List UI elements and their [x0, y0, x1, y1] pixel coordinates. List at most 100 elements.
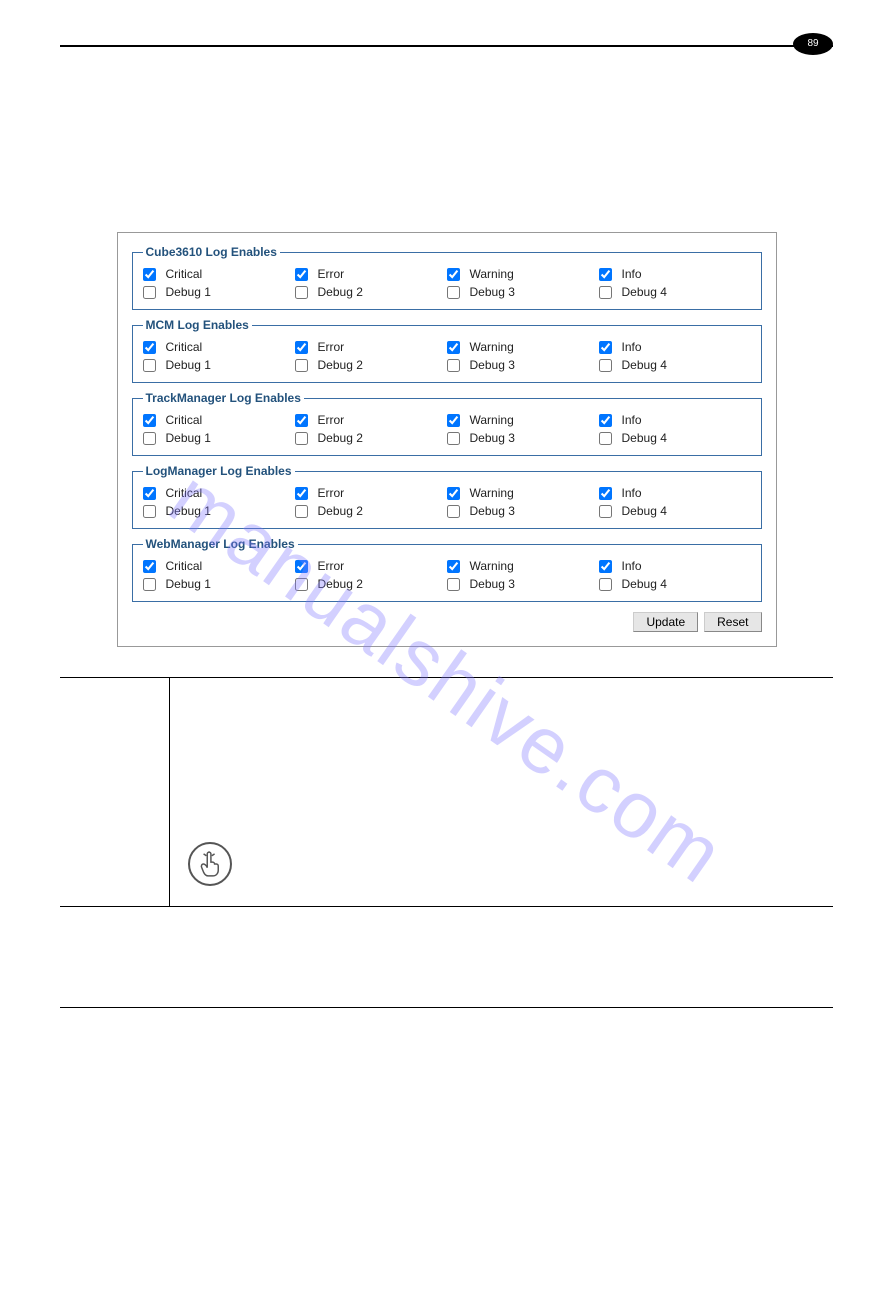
- log-checkbox[interactable]: [447, 414, 460, 427]
- log-checkbox[interactable]: [599, 268, 612, 281]
- log-checkbox[interactable]: [295, 286, 308, 299]
- checkbox-cell: Debug 2: [295, 429, 447, 447]
- log-checkbox[interactable]: [447, 560, 460, 573]
- checkbox-cell: Debug 1: [143, 502, 295, 520]
- checkbox-cell: Warning: [447, 411, 599, 429]
- log-checkbox[interactable]: [599, 560, 612, 573]
- log-checkbox[interactable]: [295, 268, 308, 281]
- checkbox-label: Critical: [166, 267, 203, 281]
- log-checkbox[interactable]: [143, 341, 156, 354]
- footer-left: September 2017: [60, 1014, 127, 1024]
- log-checkbox[interactable]: [599, 487, 612, 500]
- checkbox-label: Debug 4: [622, 358, 667, 372]
- checkbox-label: Error: [318, 486, 345, 500]
- checkbox-cell: Debug 1: [143, 429, 295, 447]
- checkbox-cell: Critical: [143, 265, 295, 283]
- checkbox-label: Error: [318, 267, 345, 281]
- checkbox-cell: Info: [599, 484, 751, 502]
- checkbox-label: Debug 4: [622, 504, 667, 518]
- checkbox-row: Critical Error Warning Info: [143, 484, 751, 502]
- log-checkbox[interactable]: [143, 286, 156, 299]
- log-checkbox[interactable]: [447, 487, 460, 500]
- section-title: Log Enables: [70, 102, 893, 128]
- checkbox-label: Info: [622, 486, 642, 500]
- log-checkbox[interactable]: [295, 432, 308, 445]
- log-checkbox[interactable]: [143, 359, 156, 372]
- icon-note-row: Click Update to save changes.: [188, 842, 825, 886]
- checkbox-cell: Warning: [447, 484, 599, 502]
- log-checkbox[interactable]: [143, 560, 156, 573]
- log-checkbox[interactable]: [143, 432, 156, 445]
- log-checkbox[interactable]: [599, 341, 612, 354]
- checkbox-label: Debug 4: [622, 285, 667, 299]
- table-left-label: Log Enables: [60, 678, 170, 906]
- checkbox-cell: Debug 2: [295, 502, 447, 520]
- checkbox-cell: Debug 2: [295, 575, 447, 593]
- checkbox-label: Debug 3: [470, 358, 515, 372]
- checkbox-label: Debug 3: [470, 577, 515, 591]
- checkbox-cell: Critical: [143, 557, 295, 575]
- log-group: MCM Log EnablesCriticalErrorWarningInfoD…: [132, 318, 762, 383]
- checkbox-label: Debug 2: [318, 504, 363, 518]
- checkbox-cell: Warning: [447, 265, 599, 283]
- checkbox-cell: Error: [295, 265, 447, 283]
- log-checkbox[interactable]: [143, 505, 156, 518]
- checkbox-cell: Debug 3: [447, 429, 599, 447]
- update-button[interactable]: Update: [633, 612, 698, 632]
- reset-button[interactable]: Reset: [704, 612, 761, 632]
- checkbox-label: Error: [318, 559, 345, 573]
- log-checkbox[interactable]: [295, 414, 308, 427]
- log-group: WebManager Log Enables Critical Error Warni…: [132, 537, 762, 602]
- checkbox-row: Debug 1Debug 2Debug 3 Debug 4: [143, 429, 751, 447]
- pointer-icon: [188, 842, 232, 886]
- log-group: TrackManager Log EnablesCriticalErrorWar…: [132, 391, 762, 456]
- checkbox-label: Warning: [470, 559, 514, 573]
- checkbox-label: Info: [622, 267, 642, 281]
- log-checkbox[interactable]: [599, 432, 612, 445]
- checkbox-label: Critical: [166, 340, 203, 354]
- log-checkbox[interactable]: [447, 359, 460, 372]
- log-checkbox[interactable]: [447, 341, 460, 354]
- checkbox-cell: Critical: [143, 484, 295, 502]
- checkbox-cell: Debug 2: [295, 283, 447, 301]
- checkbox-label: Debug 4: [622, 431, 667, 445]
- log-checkbox[interactable]: [599, 286, 612, 299]
- footer-center: www.flir.com: [405, 1014, 455, 1024]
- log-checkbox[interactable]: [599, 414, 612, 427]
- checkbox-cell: Debug 4: [599, 356, 751, 374]
- checkbox-label: Critical: [166, 486, 203, 500]
- log-checkbox[interactable]: [447, 432, 460, 445]
- checkbox-label: Warning: [470, 267, 514, 281]
- checkbox-label: Debug 3: [470, 285, 515, 299]
- log-checkbox[interactable]: [447, 505, 460, 518]
- checkbox-cell: Error: [295, 338, 447, 356]
- log-checkbox[interactable]: [447, 268, 460, 281]
- log-checkbox[interactable]: [295, 505, 308, 518]
- checkbox-label: Critical: [166, 559, 203, 573]
- checkbox-cell: Critical: [143, 411, 295, 429]
- checkbox-cell: Debug 3: [447, 575, 599, 593]
- log-group-title: WebManager Log Enables: [143, 537, 298, 551]
- log-checkbox[interactable]: [295, 578, 308, 591]
- log-checkbox[interactable]: [599, 359, 612, 372]
- log-group: Cube3610 Log EnablesCriticalErrorWarning…: [132, 245, 762, 310]
- log-checkbox[interactable]: [143, 414, 156, 427]
- header-rule: [60, 45, 833, 47]
- checkbox-cell: Debug 1: [143, 575, 295, 593]
- section-breadcrumb: Logging > Log Enables: [70, 142, 893, 159]
- log-checkbox[interactable]: [447, 286, 460, 299]
- log-checkbox[interactable]: [599, 505, 612, 518]
- log-checkbox[interactable]: [447, 578, 460, 591]
- checkbox-row: CriticalErrorWarningInfo: [143, 557, 751, 575]
- checkbox-row: Critical Error Warning Info: [143, 265, 751, 283]
- log-checkbox[interactable]: [295, 359, 308, 372]
- log-checkbox[interactable]: [143, 578, 156, 591]
- checkbox-label: Error: [318, 340, 345, 354]
- log-checkbox[interactable]: [295, 487, 308, 500]
- log-checkbox[interactable]: [599, 578, 612, 591]
- log-checkbox[interactable]: [143, 487, 156, 500]
- checkbox-cell: Debug 2: [295, 356, 447, 374]
- log-checkbox[interactable]: [143, 268, 156, 281]
- log-checkbox[interactable]: [295, 341, 308, 354]
- log-checkbox[interactable]: [295, 560, 308, 573]
